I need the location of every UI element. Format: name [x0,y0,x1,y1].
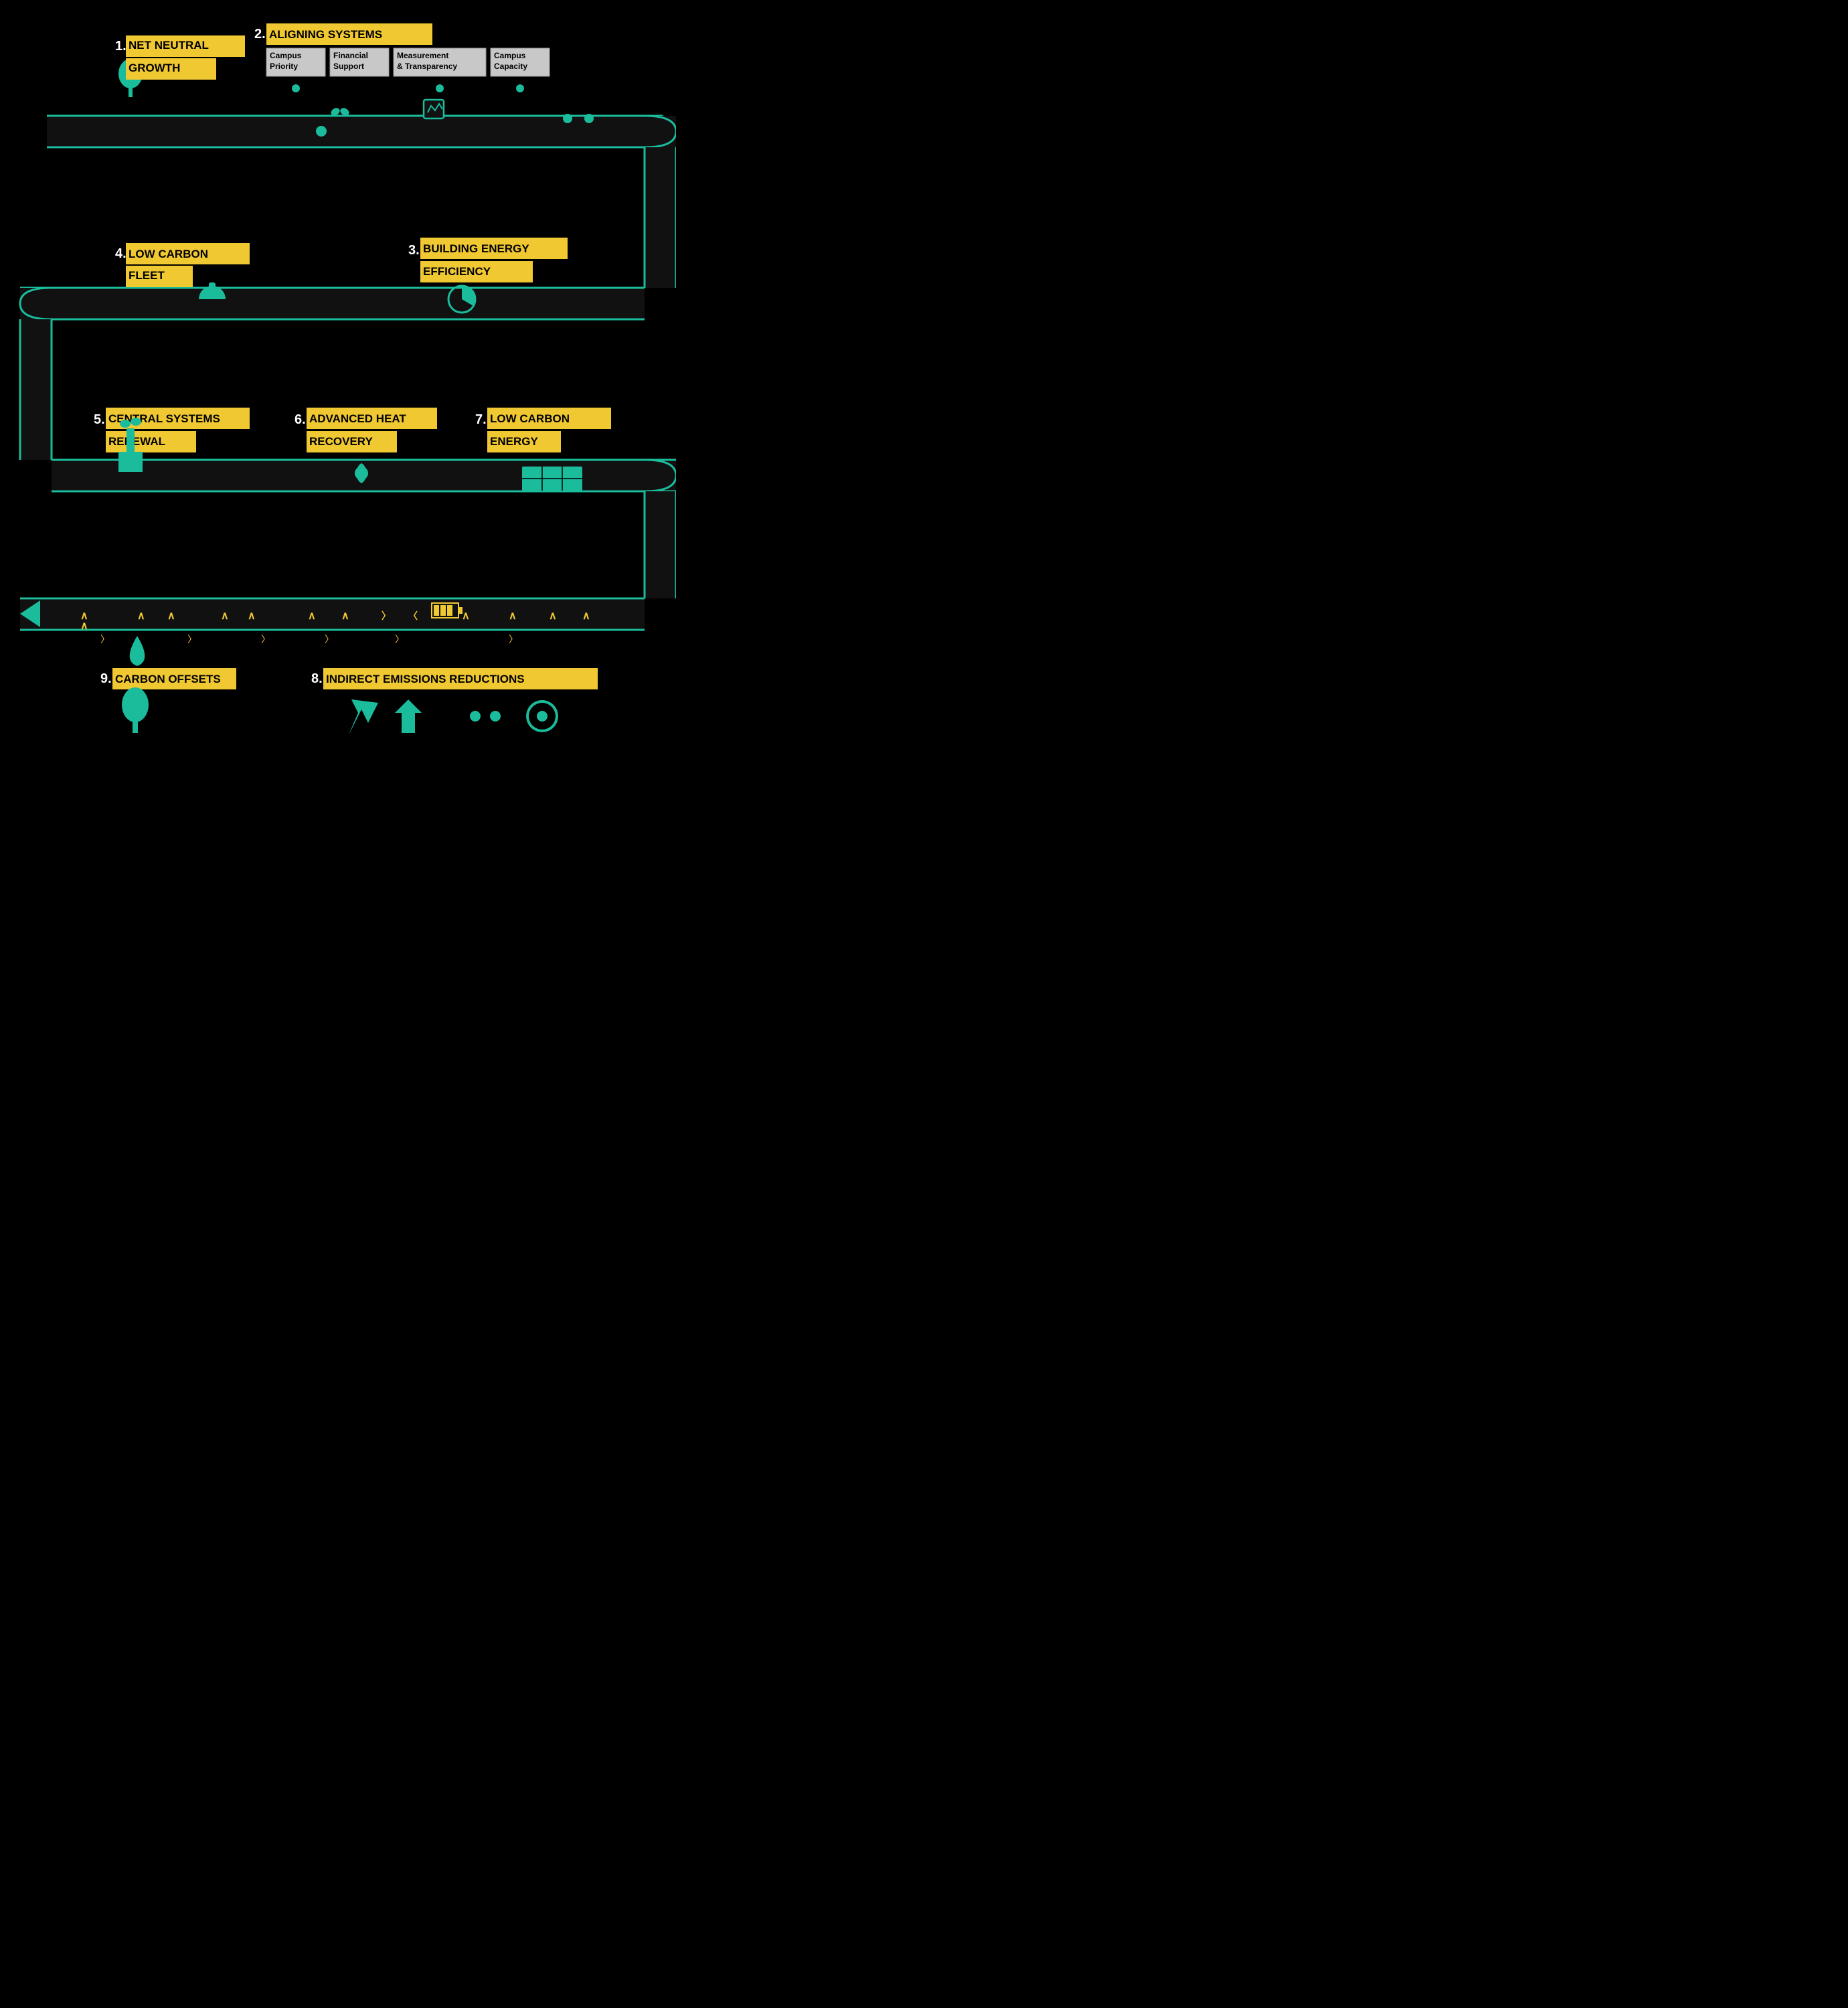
svg-text:& Transparency: & Transparency [397,62,457,71]
svg-text:Campus: Campus [494,51,526,60]
svg-text:Financial: Financial [333,51,368,60]
svg-text:Support: Support [333,62,364,71]
svg-text:FLEET: FLEET [129,269,165,282]
svg-text:9.: 9. [100,671,112,686]
svg-text:〉: 〉 [100,634,110,645]
svg-text:Measurement: Measurement [397,51,448,60]
svg-text:LOW CARBON: LOW CARBON [129,248,208,260]
track-diagram: 1. NET NEUTRAL GROWTH 2. ALIGNING SYSTEM… [7,10,676,733]
svg-text:〉: 〉 [395,634,404,645]
svg-text:LOW CARBON: LOW CARBON [490,412,570,425]
svg-text:6.: 6. [295,412,306,427]
svg-text:〉: 〉 [509,634,518,645]
svg-text:〉: 〉 [187,634,197,645]
svg-text:∧: ∧ [221,610,229,622]
svg-text:∧: ∧ [248,610,256,622]
svg-text:∧: ∧ [549,610,557,622]
svg-text:CARBON OFFSETS: CARBON OFFSETS [115,673,221,685]
svg-text:ADVANCED HEAT: ADVANCED HEAT [309,412,406,425]
svg-text:ALIGNING SYSTEMS: ALIGNING SYSTEMS [269,28,382,41]
svg-text:GROWTH: GROWTH [129,62,180,74]
svg-text:8.: 8. [311,671,323,686]
svg-text:Campus: Campus [270,51,302,60]
svg-text:∧: ∧ [167,610,175,622]
svg-text:〉: 〉 [261,634,270,645]
svg-text:∧: ∧ [509,610,517,622]
svg-text:∧: ∧ [341,610,349,622]
svg-text:∧: ∧ [582,610,590,622]
svg-text:5.: 5. [94,412,105,427]
svg-text:RECOVERY: RECOVERY [309,435,373,448]
svg-text:〈: 〈 [408,610,418,621]
main-layout: 1. NET NEUTRAL GROWTH 2. ALIGNING SYSTEM… [0,0,669,746]
svg-text:〉: 〉 [325,634,334,645]
svg-text:ENERGY: ENERGY [490,435,538,448]
svg-text:∧: ∧ [462,610,470,622]
svg-text:1.: 1. [115,39,127,54]
svg-text:∧: ∧ [137,610,145,622]
svg-text:∧: ∧ [80,620,88,632]
svg-text:2.: 2. [254,27,266,41]
svg-text:RENEWAL: RENEWAL [108,435,165,448]
svg-text:Priority: Priority [270,62,298,71]
svg-text:EFFICIENCY: EFFICIENCY [423,265,491,278]
svg-text:3.: 3. [408,243,420,258]
svg-text:7.: 7. [475,412,487,427]
svg-text:Capacity: Capacity [494,62,527,71]
svg-text:INDIRECT EMISSIONS REDUCTIONS: INDIRECT EMISSIONS REDUCTIONS [326,673,525,685]
svg-text:NET NEUTRAL: NET NEUTRAL [129,39,209,52]
svg-text:4.: 4. [115,246,127,261]
svg-text:∧: ∧ [308,610,316,622]
svg-text:〉: 〉 [382,610,391,621]
svg-text:BUILDING ENERGY: BUILDING ENERGY [423,242,529,255]
